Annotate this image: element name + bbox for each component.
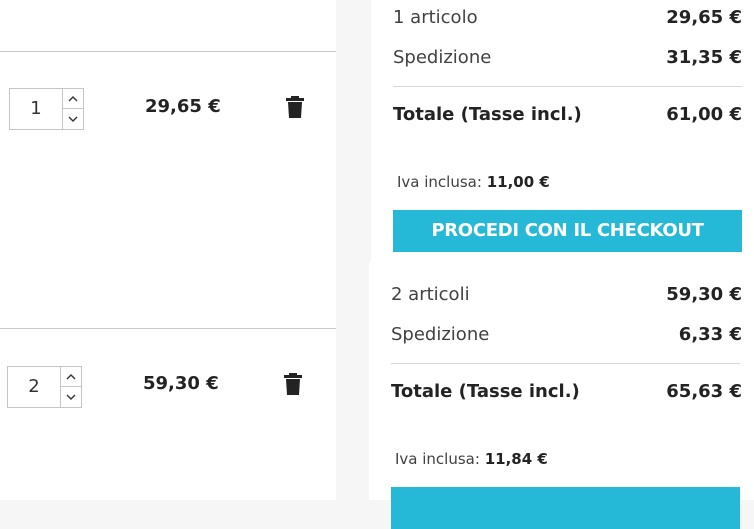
shipping-value: 31,35 € — [666, 47, 742, 68]
chevron-down-icon — [66, 394, 76, 400]
vat-value: 11,84 € — [484, 450, 548, 468]
quantity-decrement-button[interactable] — [60, 387, 81, 407]
divider — [0, 51, 336, 52]
quantity-input[interactable]: 1 — [10, 89, 62, 129]
items-subtotal-value: 29,65 € — [666, 7, 742, 28]
items-count-label: 1 articolo — [393, 7, 478, 28]
vat-included-line: Iva inclusa: 11,84 € — [395, 450, 548, 468]
vat-label: Iva inclusa: — [397, 173, 482, 191]
quantity-decrement-button[interactable] — [62, 109, 83, 129]
cart-section-1: 1 29,65 € 1 articolo 29,65 € Spedizione … — [0, 0, 754, 262]
cart-summary-panel: 2 articoli 59,30 € Spedizione 6,33 € Tot… — [369, 262, 754, 529]
quantity-increment-button[interactable] — [62, 89, 83, 109]
trash-icon[interactable] — [286, 96, 304, 118]
chevron-up-icon — [66, 373, 76, 379]
checkout-button[interactable] — [391, 487, 740, 529]
cart-section-2: 2 59,30 € 2 articoli 59,30 € Spedizione … — [0, 262, 754, 529]
shipping-label: Spedizione — [391, 324, 490, 345]
shipping-value: 6,33 € — [678, 324, 742, 345]
total-value: 61,00 € — [666, 104, 742, 125]
total-label: Totale (Tasse incl.) — [391, 381, 580, 402]
line-total-price: 59,30 € — [143, 373, 219, 394]
vat-label: Iva inclusa: — [395, 450, 480, 468]
cart-item-panel: 2 59,30 € — [0, 262, 336, 500]
divider — [391, 363, 740, 364]
total-label: Totale (Tasse incl.) — [393, 104, 582, 125]
vat-value: 11,00 € — [486, 173, 550, 191]
quantity-input[interactable]: 2 — [8, 367, 60, 407]
quantity-stepper[interactable]: 2 — [7, 366, 82, 408]
cart-item-panel: 1 29,65 € — [0, 0, 336, 262]
checkout-button[interactable]: PROCEDI CON IL CHECKOUT — [393, 210, 742, 252]
chevron-up-icon — [68, 95, 78, 101]
items-subtotal-value: 59,30 € — [666, 284, 742, 305]
shipping-label: Spedizione — [393, 47, 492, 68]
cart-summary-panel: 1 articolo 29,65 € Spedizione 31,35 € To… — [371, 0, 754, 262]
total-value: 65,63 € — [666, 381, 742, 402]
quantity-stepper[interactable]: 1 — [9, 88, 84, 130]
chevron-down-icon — [68, 116, 78, 122]
trash-icon[interactable] — [284, 373, 302, 395]
items-count-label: 2 articoli — [391, 284, 470, 305]
quantity-increment-button[interactable] — [60, 367, 81, 387]
divider — [393, 86, 742, 87]
line-total-price: 29,65 € — [145, 96, 221, 117]
divider — [0, 328, 336, 329]
vat-included-line: Iva inclusa: 11,00 € — [397, 173, 550, 191]
